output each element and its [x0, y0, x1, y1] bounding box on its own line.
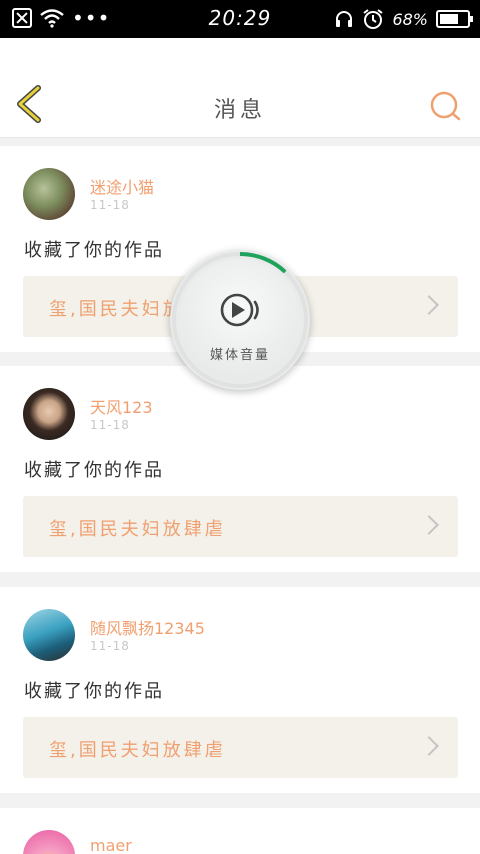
- chevron-right-icon: [419, 515, 439, 535]
- avatar[interactable]: [23, 388, 75, 440]
- status-bar: ••• 20:29 68%: [0, 0, 480, 38]
- media-play-icon: [220, 293, 259, 327]
- battery-fill: [440, 14, 458, 24]
- chevron-right-icon: [419, 295, 439, 315]
- media-volume-label: 媒体音量: [209, 348, 270, 363]
- alarm-icon: [363, 9, 384, 29]
- work-title: 玺,国民夫妇放肆虐: [49, 740, 226, 761]
- page-title: 消息: [213, 98, 266, 123]
- media-volume-overlay[interactable]: 媒体音量: [170, 250, 310, 390]
- avatar[interactable]: [23, 830, 75, 854]
- status-right: 68%: [334, 8, 473, 30]
- avatar[interactable]: [23, 609, 75, 661]
- message-card: 天风123 11-18 收藏了你的作品 玺,国民夫妇放肆虐: [0, 366, 480, 572]
- message-action: 收藏了你的作品: [24, 240, 164, 261]
- work-title: 玺,国民夫妇放肆虐: [49, 519, 226, 540]
- message-date: 11-18: [90, 198, 130, 212]
- message-card: 随风飘扬12345 11-18 收藏了你的作品 玺,国民夫妇放肆虐: [0, 587, 480, 793]
- battery-icon: [436, 10, 473, 28]
- message-date: 11-18: [90, 639, 130, 653]
- headphones-icon: [336, 11, 353, 27]
- username[interactable]: maer: [90, 836, 132, 854]
- username[interactable]: 天风123: [90, 394, 153, 418]
- username[interactable]: 随风飘扬12345: [90, 615, 205, 639]
- header-bar: 消息: [0, 38, 480, 138]
- message-date: 11-18: [90, 418, 130, 432]
- battery-percent: 68%: [392, 9, 428, 29]
- username[interactable]: 迷途小猫: [90, 174, 154, 198]
- search-button[interactable]: [430, 90, 462, 122]
- work-link[interactable]: 玺,国民夫妇放肆虐: [23, 496, 458, 557]
- message-card: maer: [0, 808, 480, 854]
- chevron-right-icon: [419, 736, 439, 756]
- avatar[interactable]: [23, 168, 75, 220]
- message-action: 收藏了你的作品: [24, 460, 164, 481]
- work-link[interactable]: 玺,国民夫妇放肆虐: [23, 717, 458, 778]
- message-action: 收藏了你的作品: [24, 681, 164, 702]
